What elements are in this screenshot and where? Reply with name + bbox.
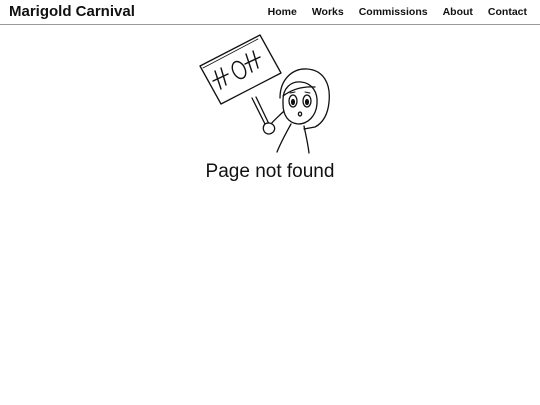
nav-link-home[interactable]: Home — [268, 6, 297, 19]
nav-link-works[interactable]: Works — [312, 6, 344, 19]
site-title-link[interactable]: Marigold Carnival — [9, 3, 135, 21]
nav-link-commissions[interactable]: Commissions — [359, 6, 428, 19]
sign-board — [199, 34, 282, 105]
main-nav: Home Works Commissions About Contact — [268, 6, 527, 19]
page-not-found-message: Page not found — [205, 161, 335, 182]
nav-link-about[interactable]: About — [443, 6, 473, 19]
site-header: Marigold Carnival Home Works Commissions… — [0, 0, 540, 25]
character — [262, 68, 330, 154]
nav-link-contact[interactable]: Contact — [488, 6, 527, 19]
404-character-illustration — [199, 34, 330, 154]
